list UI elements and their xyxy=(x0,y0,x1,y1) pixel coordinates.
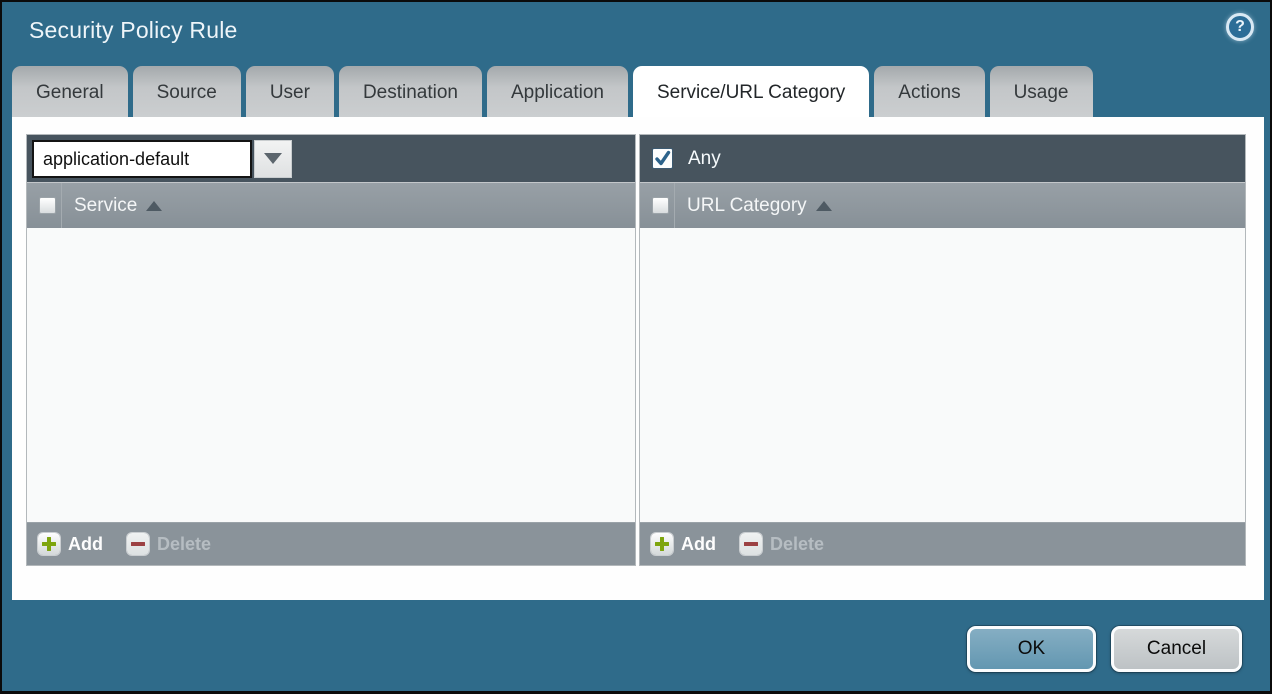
page-title: Security Policy Rule xyxy=(29,17,238,44)
delete-service-label: Delete xyxy=(157,534,211,555)
add-url-category-label: Add xyxy=(681,534,716,555)
sort-ascending-icon xyxy=(146,201,162,211)
tab-general[interactable]: General xyxy=(12,66,128,117)
security-policy-rule-dialog: Security Policy Rule ? General Source Us… xyxy=(0,0,1272,694)
url-category-column-header[interactable]: URL Category xyxy=(687,195,807,217)
url-category-panel: Any URL Category Add xyxy=(639,134,1246,566)
service-panel-header: application-default xyxy=(27,135,635,182)
tab-source[interactable]: Source xyxy=(133,66,241,117)
delete-url-category-label: Delete xyxy=(770,534,824,555)
tab-user[interactable]: User xyxy=(246,66,334,117)
service-type-dropdown[interactable]: application-default xyxy=(32,140,292,178)
add-service-button[interactable]: Add xyxy=(38,533,103,555)
chevron-down-icon xyxy=(264,153,282,164)
url-category-panel-footer: Add Delete xyxy=(640,522,1245,565)
ok-button[interactable]: OK xyxy=(967,626,1096,672)
service-type-dropdown-button[interactable] xyxy=(254,140,292,178)
add-url-category-button[interactable]: Add xyxy=(651,533,716,555)
delete-url-category-button[interactable]: Delete xyxy=(740,533,824,555)
sort-ascending-icon xyxy=(816,201,832,211)
tab-content: application-default Service Add xyxy=(12,117,1264,600)
help-icon[interactable]: ? xyxy=(1226,13,1254,41)
service-type-dropdown-value[interactable]: application-default xyxy=(32,140,252,178)
column-divider xyxy=(61,183,62,228)
column-divider xyxy=(674,183,675,228)
service-column-header[interactable]: Service xyxy=(74,195,137,217)
select-all-url-categories-checkbox[interactable] xyxy=(652,197,669,214)
url-category-list xyxy=(640,228,1245,522)
add-service-label: Add xyxy=(68,534,103,555)
tab-service-url-category[interactable]: Service/URL Category xyxy=(633,66,869,117)
minus-icon xyxy=(740,533,762,555)
url-category-column-header-row: URL Category xyxy=(640,182,1245,228)
plus-icon xyxy=(38,533,60,555)
service-column-header-row: Service xyxy=(27,182,635,228)
tab-application[interactable]: Application xyxy=(487,66,628,117)
select-all-services-checkbox[interactable] xyxy=(39,197,56,214)
cancel-button[interactable]: Cancel xyxy=(1111,626,1242,672)
url-category-panel-header: Any xyxy=(640,135,1245,182)
service-panel: application-default Service Add xyxy=(26,134,636,566)
tab-actions[interactable]: Actions xyxy=(874,66,984,117)
any-checkbox[interactable] xyxy=(652,148,673,169)
minus-icon xyxy=(127,533,149,555)
tab-usage[interactable]: Usage xyxy=(990,66,1093,117)
service-panel-footer: Add Delete xyxy=(27,522,635,565)
service-list xyxy=(27,228,635,522)
delete-service-button[interactable]: Delete xyxy=(127,533,211,555)
tab-bar: General Source User Destination Applicat… xyxy=(12,66,1093,117)
plus-icon xyxy=(651,533,673,555)
tab-destination[interactable]: Destination xyxy=(339,66,482,117)
any-label: Any xyxy=(688,148,721,170)
